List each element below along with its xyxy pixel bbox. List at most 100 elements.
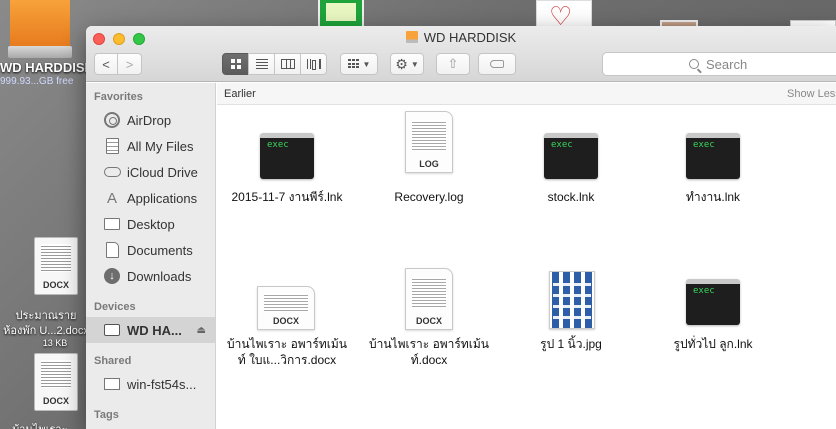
file-name-line1: บ้านไพเราะ อพาร์ทเม้น — [227, 337, 347, 351]
all-my-files-icon — [105, 138, 119, 154]
tag-button[interactable] — [478, 53, 516, 75]
airdrop-icon — [104, 112, 120, 128]
file-item[interactable]: exec รูปทั่วไป ลูก.lnk — [643, 258, 783, 368]
sidebar-item-label: win-fst54s... — [127, 376, 197, 392]
favorites-header: Favorites — [94, 91, 143, 103]
forward-button[interactable]: > — [117, 53, 142, 75]
sidebar-item-airdrop[interactable]: AirDrop — [86, 107, 215, 133]
sidebar-item-applications[interactable]: A Applications — [86, 185, 215, 211]
file-name-line2: ท์.docx — [410, 353, 448, 367]
sidebar-item-label: iCloud Drive — [127, 164, 198, 180]
file-name: Recovery.log — [394, 190, 464, 204]
search-field[interactable]: Search — [602, 52, 836, 76]
sidebar-item-all-my-files[interactable]: All My Files — [86, 133, 215, 159]
column-view-button[interactable] — [274, 53, 301, 75]
sidebar-item-label: WD HA... — [127, 322, 182, 338]
list-icon — [255, 59, 268, 69]
group-header: Earlier Show Less — [217, 83, 836, 105]
arrange-button[interactable]: ▼ — [340, 53, 378, 75]
sidebar-item-desktop[interactable]: Desktop — [86, 211, 215, 237]
sidebar-item-label: All My Files — [127, 138, 194, 154]
file-item[interactable]: DOCX บ้านไพเราะ อพาร์ทเม้น ท์.docx — [359, 258, 499, 368]
applications-icon: A — [106, 189, 117, 207]
titlebar[interactable]: WD HARDDISK < > ▼ ⚙ ▼ ⇧ Search — [86, 26, 836, 82]
icloud-icon — [103, 167, 121, 177]
file-name: 2015-11-7 งานพีร์.lnk — [231, 190, 343, 204]
desktop-file-label-line2[interactable]: ห้องพัก U...2.docx — [0, 321, 92, 339]
sidebar-item-icloud-drive[interactable]: iCloud Drive — [86, 159, 215, 185]
back-button[interactable]: < — [94, 53, 118, 75]
search-icon — [689, 59, 699, 69]
shared-header: Shared — [94, 355, 132, 367]
cover-flow-icon — [306, 59, 321, 69]
chevron-right-icon: > — [125, 56, 134, 72]
show-less-button[interactable]: Show Less — [787, 88, 836, 100]
sidebar-item-shared-server[interactable]: win-fst54s... — [86, 371, 215, 397]
share-icon: ⇧ — [447, 56, 459, 71]
file-name: stock.lnk — [547, 190, 595, 204]
sidebar: Favorites AirDrop All My Files iCloud Dr… — [86, 83, 216, 429]
window-title-text: WD HARDDISK — [423, 30, 517, 45]
file-name: รูปทั่วไป ลูก.lnk — [673, 337, 753, 351]
file-item[interactable]: exec 2015-11-7 งานพีร์.lnk — [217, 123, 357, 213]
sidebar-item-label: Downloads — [127, 268, 192, 284]
desktop-docx-file-icon-2[interactable]: DOCX — [34, 353, 78, 411]
list-view-button[interactable] — [248, 53, 275, 75]
chevron-down-icon: ▼ — [410, 59, 419, 69]
sidebar-item-wd-harddisk[interactable]: WD HA... ⏏ — [86, 317, 215, 343]
file-area: Earlier Show Less exec 2015-11-7 งานพีร์… — [217, 83, 836, 429]
exec-file-icon: exec — [686, 133, 740, 179]
sidebar-item-label: Desktop — [127, 216, 175, 232]
desktop-drive-icon[interactable] — [10, 0, 70, 52]
devices-header: Devices — [94, 301, 136, 313]
eject-icon[interactable]: ⏏ — [197, 325, 206, 336]
desktop-drive-name[interactable]: WD HARDDISK — [0, 60, 92, 75]
desktop-drive-size: 999.93...GB free — [0, 76, 74, 87]
sidebar-item-label: AirDrop — [127, 112, 172, 128]
sidebar-item-downloads[interactable]: ↓ Downloads — [86, 263, 215, 289]
share-button[interactable]: ⇧ — [436, 53, 470, 75]
grid-icon — [230, 59, 241, 69]
tag-icon — [490, 60, 504, 68]
arrange-icon — [347, 59, 360, 69]
file-item[interactable]: LOG Recovery.log — [359, 111, 499, 213]
documents-icon — [105, 242, 119, 258]
cover-flow-button[interactable] — [300, 53, 327, 75]
desktop-file-label-2[interactable]: บ้านไพเราะ ... — [0, 420, 92, 429]
exec-file-icon: exec — [260, 133, 314, 179]
desktop-green-thumbnail[interactable] — [318, 0, 364, 28]
network-computer-icon — [104, 378, 120, 390]
finder-window: WD HARDDISK < > ▼ ⚙ ▼ ⇧ Search Favorites… — [86, 26, 836, 429]
group-title: Earlier — [224, 87, 256, 100]
downloads-icon: ↓ — [104, 268, 120, 284]
docx-tag: DOCX — [42, 280, 69, 290]
file-item[interactable]: รูป 1 นิ้ว.jpg — [501, 258, 641, 368]
docx-file-icon: DOCX — [405, 268, 453, 330]
sidebar-item-label: Applications — [127, 190, 198, 206]
docx-file-icon: DOCX — [257, 286, 315, 330]
tags-header: Tags — [94, 409, 119, 421]
sidebar-item-label: Documents — [127, 242, 193, 258]
file-item[interactable]: DOCX บ้านไพเราะ อพาร์ทเม้น ท์ ใบแ...วิกา… — [217, 258, 357, 368]
file-name: รูป 1 นิ้ว.jpg — [540, 337, 602, 351]
columns-icon — [280, 59, 295, 69]
file-name: ทำงาน.lnk — [685, 190, 741, 204]
jpg-image-icon — [549, 271, 595, 329]
exec-file-icon: exec — [544, 133, 598, 179]
file-item[interactable]: exec ทำงาน.lnk — [643, 123, 783, 213]
search-placeholder: Search — [706, 56, 748, 72]
chevron-left-icon: < — [102, 56, 110, 72]
window-title: WD HARDDISK — [86, 30, 836, 45]
docx-tag: DOCX — [42, 396, 69, 406]
chevron-down-icon: ▼ — [362, 59, 371, 69]
icon-view-button[interactable] — [222, 53, 249, 75]
sidebar-item-documents[interactable]: Documents — [86, 237, 215, 263]
file-item[interactable]: exec stock.lnk — [501, 123, 641, 213]
file-name-line2: ท์ ใบแ...วิการ.docx — [237, 353, 337, 367]
action-button[interactable]: ⚙ ▼ — [390, 53, 424, 75]
desktop-icon — [104, 218, 120, 230]
desktop-docx-file-icon[interactable]: DOCX — [34, 237, 78, 295]
view-mode-control — [222, 53, 327, 75]
file-name-line1: บ้านไพเราะ อพาร์ทเม้น — [369, 337, 489, 351]
drive-icon — [405, 31, 418, 43]
